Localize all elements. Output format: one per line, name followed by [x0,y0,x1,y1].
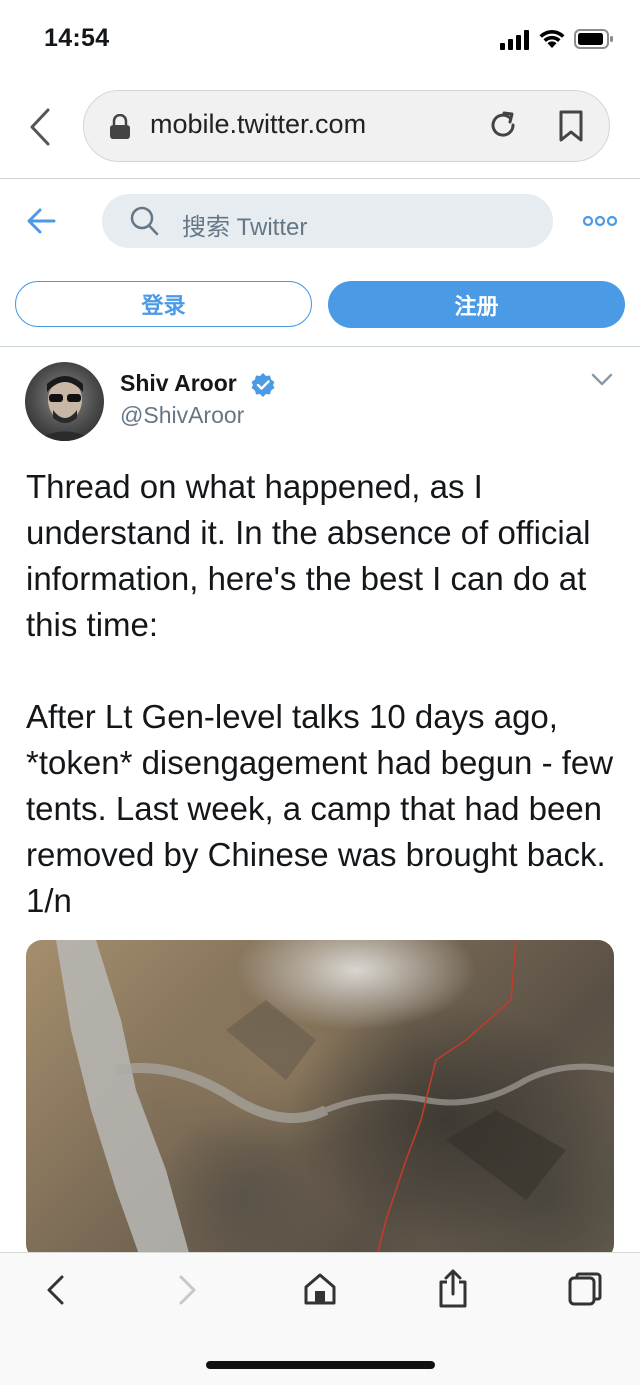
verified-badge-icon [251,373,275,397]
signup-button[interactable]: 注册 [328,281,625,328]
divider [0,178,640,179]
wifi-icon [539,29,565,48]
reload-icon[interactable] [487,109,519,141]
home-icon[interactable] [303,1272,337,1306]
chevron-down-icon[interactable] [590,372,614,388]
forward-icon[interactable] [177,1274,199,1306]
battery-icon [574,29,613,49]
tweet-media-satellite-image[interactable] [26,940,614,1260]
author-handle[interactable]: @ShivAroor [120,402,244,429]
more-options-icon[interactable] [583,214,617,228]
browser-back-icon[interactable] [26,107,54,147]
status-time: 14:54 [44,24,110,52]
divider [0,346,640,347]
avatar[interactable] [25,362,104,441]
lock-icon [110,114,130,139]
cellular-signal-icon [500,30,529,50]
avatar-portrait-icon [35,376,95,441]
bookmark-icon[interactable] [557,110,585,142]
search-placeholder: 搜索 Twitter [182,214,308,241]
back-icon[interactable] [44,1274,66,1306]
tabs-icon[interactable] [567,1272,603,1306]
home-indicator[interactable] [206,1361,435,1369]
search-icon [130,206,159,236]
satellite-terrain-image [56,940,614,1260]
search-input[interactable] [102,194,553,248]
twitter-back-arrow-icon[interactable] [26,207,56,235]
share-icon[interactable] [437,1268,469,1308]
url-text[interactable]: mobile.twitter.com [150,109,366,140]
tweet-text: Thread on what happened, as I understand… [26,468,614,919]
login-button[interactable]: 登录 [15,281,312,327]
author-name[interactable]: Shiv Aroor [120,370,237,397]
